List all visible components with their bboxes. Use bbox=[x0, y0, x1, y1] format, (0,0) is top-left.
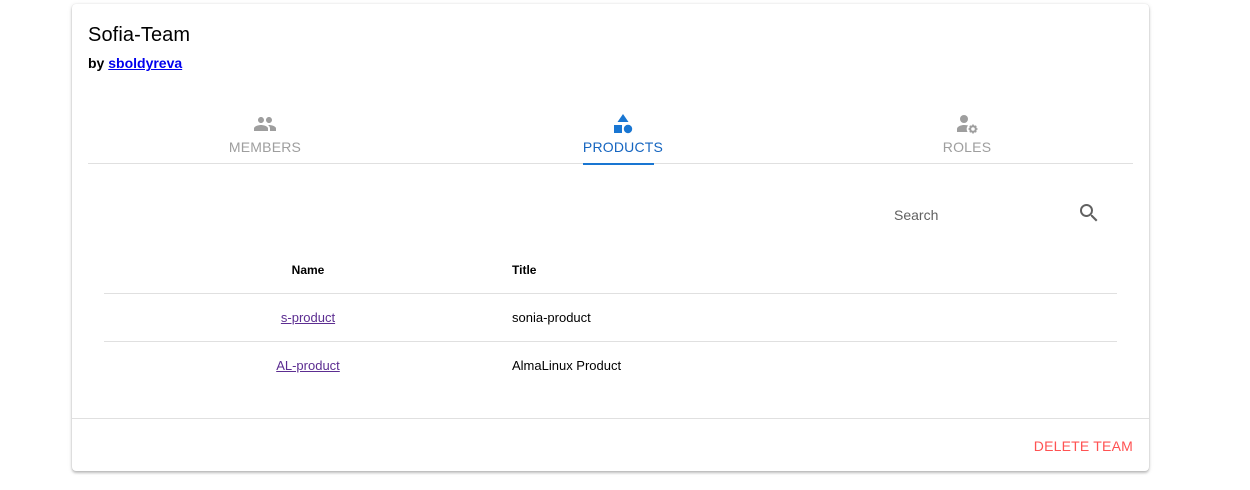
tab-bar: MEMBERS PRODUCTS ROLES bbox=[88, 106, 1133, 165]
team-title: Sofia-Team bbox=[88, 24, 191, 46]
card-actions-divider bbox=[72, 418, 1149, 419]
table-row: s-product sonia-product bbox=[104, 293, 1117, 342]
column-header-title[interactable]: Title bbox=[512, 247, 1117, 294]
search-input[interactable] bbox=[892, 199, 1066, 231]
tab-products-label: PRODUCTS bbox=[582, 139, 664, 155]
table-header-row: Name Title bbox=[104, 247, 1117, 294]
account-group-icon bbox=[254, 117, 276, 131]
tab-roles[interactable]: ROLES bbox=[842, 106, 1092, 163]
cell-name: AL-product bbox=[104, 342, 512, 390]
tab-members-label: MEMBERS bbox=[228, 139, 302, 155]
shapes-icon bbox=[614, 114, 633, 134]
cell-name: s-product bbox=[104, 293, 512, 342]
owner-link[interactable]: sboldyreva bbox=[108, 55, 182, 71]
tab-products[interactable]: PRODUCTS bbox=[498, 106, 748, 165]
tab-members[interactable]: MEMBERS bbox=[140, 106, 390, 163]
account-cog-icon bbox=[957, 115, 978, 134]
column-header-name[interactable]: Name bbox=[104, 247, 512, 294]
search-box bbox=[892, 199, 1102, 231]
product-link[interactable]: s-product bbox=[281, 310, 335, 325]
team-byline: by sboldyreva bbox=[88, 55, 182, 71]
magnify-icon[interactable] bbox=[1077, 201, 1101, 225]
table-row: AL-product AlmaLinux Product bbox=[104, 342, 1117, 390]
product-link[interactable]: AL-product bbox=[276, 358, 340, 373]
team-card: Sofia-Team by sboldyreva MEMBERS PRODUCT… bbox=[72, 4, 1149, 471]
tab-roles-label: ROLES bbox=[942, 139, 992, 155]
tab-active-indicator bbox=[583, 163, 654, 165]
cell-title: AlmaLinux Product bbox=[512, 358, 622, 373]
delete-team-button[interactable]: DELETE TEAM bbox=[1034, 434, 1133, 458]
products-table: Name Title s-product sonia-product AL-pr… bbox=[104, 247, 1117, 389]
byline-prefix: by bbox=[88, 55, 105, 71]
cell-title: sonia-product bbox=[512, 293, 1117, 342]
